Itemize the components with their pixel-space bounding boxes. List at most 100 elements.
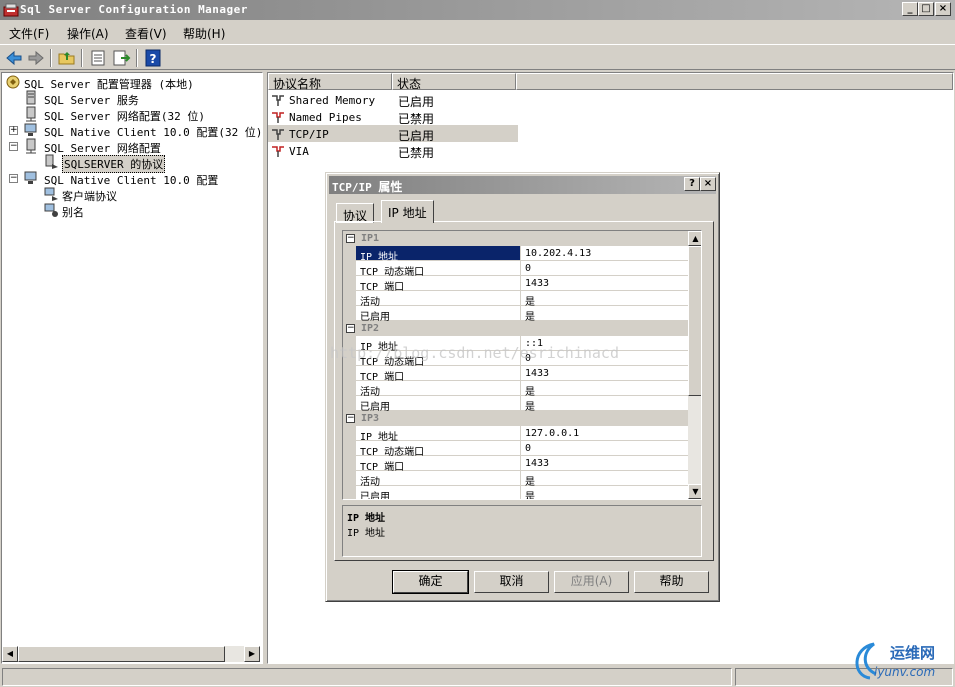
help-icon[interactable]: ? — [143, 48, 163, 68]
status-bar — [0, 665, 955, 687]
grid-row[interactable]: 已启用是 — [343, 396, 688, 413]
protocol-icon — [272, 95, 284, 106]
grid-row[interactable]: 已启用是 — [343, 306, 688, 323]
grid-row[interactable]: TCP 端口 1433 — [343, 366, 688, 383]
grid-row[interactable]: 活动是 — [343, 291, 688, 308]
minimize-button[interactable]: _ — [902, 2, 918, 16]
back-icon[interactable] — [4, 48, 24, 68]
protocol-row[interactable]: Shared Memory 已启用 — [268, 91, 518, 109]
grid-category[interactable]: − IP3 — [343, 411, 688, 426]
toolbar-separator — [136, 49, 138, 67]
description-title: IP 地址 — [347, 513, 386, 524]
column-header-status[interactable]: 状态 — [392, 73, 516, 91]
tree-item-label: SQL Server 服务 — [44, 94, 139, 107]
protocol-row[interactable]: Named Pipes 已禁用 — [268, 108, 518, 126]
status-cell — [2, 668, 732, 686]
grid-row[interactable]: TCP 动态端口 0 — [343, 441, 688, 458]
forward-icon[interactable] — [26, 48, 46, 68]
logo-url: iyunv.com — [874, 665, 935, 679]
protocol-name: Shared Memory — [289, 94, 376, 107]
category-label: IP2 — [361, 323, 380, 334]
protocol-name: VIA — [289, 145, 309, 158]
close-button[interactable]: × — [935, 2, 951, 16]
menu-action[interactable]: 操作(A) — [67, 25, 109, 42]
scroll-right-icon[interactable]: ▶ — [244, 646, 260, 662]
logo-text: 运维网 — [890, 644, 935, 662]
protocol-icon — [272, 129, 284, 140]
server-icon — [26, 90, 36, 105]
svg-text:?: ? — [150, 52, 157, 66]
cancel-button[interactable]: 取消 — [474, 571, 549, 593]
dialog-help-button[interactable]: ? — [684, 177, 700, 191]
apply-button[interactable]: 应用(A) — [554, 571, 629, 593]
grid-row[interactable]: IP 地址 10.202.4.13 — [343, 246, 688, 263]
grid-row[interactable]: TCP 动态端口 0 — [343, 261, 688, 278]
protocol-name: TCP/IP — [289, 128, 329, 141]
protocol-row-selected[interactable]: TCP/IP 已启用 — [268, 125, 518, 143]
category-label: IP1 — [361, 233, 380, 244]
tree-item-label: SQLSERVER 的协议 — [62, 155, 166, 173]
ok-button[interactable]: 确定 — [392, 570, 469, 594]
collapse-toggle[interactable]: − — [9, 174, 18, 183]
tree-item-label: SQL Native Client 10.0 配置 — [44, 174, 219, 187]
scroll-up-icon[interactable]: ▲ — [688, 231, 701, 246]
grid-row[interactable]: 活动是 — [343, 471, 688, 488]
grid-row[interactable]: 已启用是 — [343, 486, 688, 499]
grid-row[interactable]: IP 地址 127.0.0.1 — [343, 426, 688, 443]
scroll-left-icon[interactable]: ◀ — [2, 646, 18, 662]
description-body: IP 地址 — [347, 528, 386, 539]
grid-category[interactable]: − IP2 — [343, 321, 688, 336]
scroll-thumb[interactable] — [688, 246, 701, 396]
config-manager-icon — [3, 3, 19, 17]
collapse-icon[interactable]: − — [346, 414, 355, 423]
grid-category[interactable]: − IP1 — [343, 231, 688, 246]
watermark: http://blog.csdn.net/esrichinacd — [330, 344, 619, 362]
collapse-icon[interactable]: − — [346, 324, 355, 333]
toolbar: ? — [0, 44, 955, 70]
alias-icon — [44, 203, 58, 217]
tab-ip-addresses[interactable]: IP 地址 — [381, 200, 434, 223]
expand-toggle[interactable]: + — [9, 126, 18, 135]
logo-swirl-icon: 运维网 iyunv.com — [855, 642, 935, 680]
export-icon[interactable] — [111, 48, 131, 68]
protocol-status: 已禁用 — [398, 146, 435, 160]
column-header-blank — [516, 73, 953, 90]
menu-bar: 文件(F) 操作(A) 查看(V) 帮助(H) — [0, 21, 955, 43]
grid-vertical-scrollbar[interactable]: ▲ ▼ — [688, 231, 701, 499]
grid-row[interactable]: TCP 端口 1433 — [343, 276, 688, 293]
collapse-icon[interactable]: − — [346, 234, 355, 243]
properties-icon[interactable] — [88, 48, 108, 68]
menu-view[interactable]: 查看(V) — [125, 25, 167, 42]
category-label: IP3 — [361, 413, 380, 424]
site-logo: 运维网 iyunv.com — [850, 638, 950, 684]
tree-item-label: SQL Native Client 10.0 配置(32 位) — [44, 126, 263, 139]
menu-file[interactable]: 文件(F) — [9, 25, 49, 42]
grid-row[interactable]: TCP 端口 1433 — [343, 456, 688, 473]
window-title: Sql Server Configuration Manager — [20, 3, 248, 16]
title-bar: Sql Server Configuration Manager _ □ × — [0, 0, 955, 20]
scroll-down-icon[interactable]: ▼ — [688, 484, 701, 499]
tab-protocol[interactable]: 协议 — [336, 203, 375, 223]
tree-horizontal-scrollbar[interactable]: ◀ ▶ — [2, 646, 260, 662]
tree-pane: SQL Server 配置管理器 (本地) SQL Server 服务 SQL … — [1, 72, 263, 664]
protocol-row[interactable]: VIA 已禁用 — [268, 142, 518, 160]
tree-item-label: 别名 — [62, 206, 84, 219]
maximize-button[interactable]: □ — [918, 2, 934, 16]
help-button[interactable]: 帮助 — [634, 571, 709, 593]
dialog-title-bar: TCP/IP 属性 ? × — [329, 176, 716, 194]
scroll-thumb[interactable] — [18, 646, 225, 662]
column-header-protocol[interactable]: 协议名称 — [268, 73, 392, 91]
protocol-name: Named Pipes — [289, 111, 362, 124]
dialog-close-button[interactable]: × — [700, 177, 716, 191]
client-computer-icon — [24, 123, 37, 136]
tcpip-properties-dialog: TCP/IP 属性 ? × 协议 IP 地址 − IP1 IP 地址 10.202… — [325, 172, 720, 602]
grid-row[interactable]: 活动是 — [343, 381, 688, 398]
client-computer-icon — [24, 171, 37, 184]
protocol-disabled-icon — [272, 112, 284, 123]
toolbar-separator — [50, 49, 52, 67]
server-network-icon — [26, 106, 36, 122]
collapse-toggle[interactable]: − — [9, 142, 18, 151]
up-folder-icon[interactable] — [57, 48, 77, 68]
tree-item-label: SQL Server 配置管理器 (本地) — [24, 78, 194, 91]
menu-help[interactable]: 帮助(H) — [183, 25, 225, 42]
